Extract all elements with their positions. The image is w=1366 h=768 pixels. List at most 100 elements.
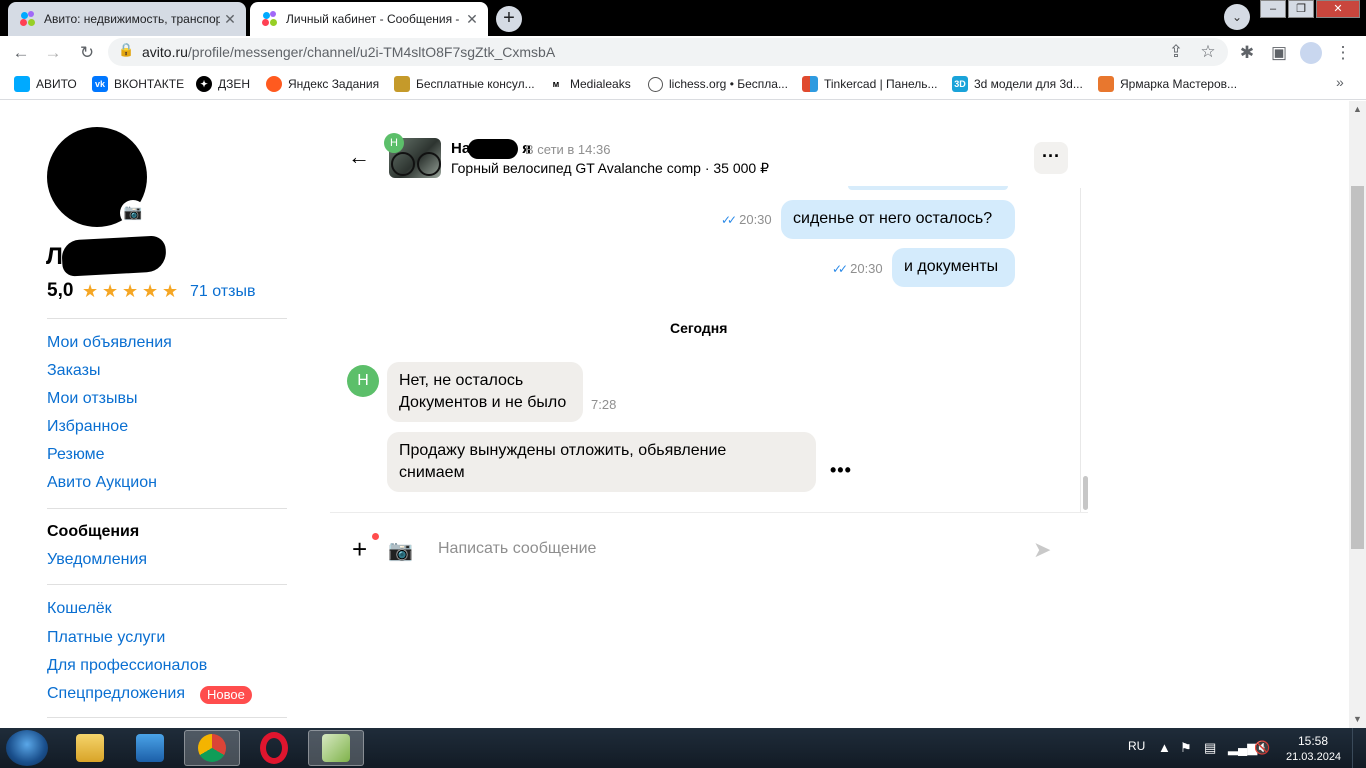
- send-icon[interactable]: ➤: [1033, 537, 1051, 563]
- reviews-link[interactable]: 71 отзыв: [190, 283, 255, 301]
- tray-expand-icon[interactable]: ▲: [1158, 740, 1171, 755]
- bookmark-label: Medialeaks: [570, 77, 631, 91]
- bookmark-yandex-tasks[interactable]: Яндекс Задания: [266, 75, 379, 93]
- bookmark-yarmarka[interactable]: Ярмарка Мастеров...: [1098, 75, 1237, 93]
- nav-notifications[interactable]: Уведомления: [47, 551, 147, 569]
- bookmark-label: Ярмарка Мастеров...: [1120, 77, 1238, 91]
- clock-time[interactable]: 15:58: [1298, 734, 1328, 748]
- bike-wheel-icon: [417, 152, 441, 176]
- lock-icon[interactable]: 🔒: [118, 42, 134, 58]
- nav-resume[interactable]: Резюме: [47, 446, 105, 464]
- double-check-icon: ✓✓: [721, 213, 737, 227]
- chat-menu-button[interactable]: ···: [1034, 142, 1068, 174]
- bookmark-label: АВИТО: [36, 77, 77, 91]
- start-button[interactable]: [6, 730, 48, 766]
- url-text[interactable]: avito.ru/profile/messenger/channel/u2i-T…: [142, 44, 555, 60]
- device-icon[interactable]: ▤: [1204, 740, 1216, 756]
- reload-icon[interactable]: ↻: [76, 42, 98, 64]
- url-path: /profile/messenger/channel/u2i-TM4sltO8F…: [187, 44, 556, 60]
- outgoing-message[interactable]: и документы: [892, 248, 1015, 287]
- tab-messenger[interactable]: Личный кабинет - Сообщения - ✕: [250, 2, 488, 36]
- nav-auction[interactable]: Авито Аукцион: [47, 474, 157, 492]
- tab-close-icon[interactable]: ✕: [220, 11, 240, 28]
- star-icon: ★: [102, 281, 119, 301]
- bookmarks-overflow-icon[interactable]: »: [1336, 74, 1344, 90]
- scroll-up-icon[interactable]: ▲: [1349, 101, 1366, 118]
- bookmark-dzen[interactable]: ✦ ДЗЕН: [196, 75, 250, 93]
- vk-icon: vk: [92, 76, 108, 92]
- nav-messages[interactable]: Сообщения: [47, 523, 139, 541]
- bookmark-medialeaks[interactable]: м Medialeaks: [548, 75, 631, 93]
- nav-for-pros[interactable]: Для профессионалов: [47, 657, 207, 675]
- outgoing-message[interactable]: сиденье от него осталось?: [781, 200, 1015, 239]
- volume-muted-icon[interactable]: 🔇: [1254, 740, 1270, 756]
- bookmark-label: Бесплатные консул...: [416, 77, 535, 91]
- contact-avatar[interactable]: Н: [347, 365, 379, 397]
- star-icon: ★: [142, 281, 159, 301]
- message-input[interactable]: [430, 532, 1026, 566]
- message-actions-icon[interactable]: •••: [830, 460, 852, 481]
- media-player-taskbar-button[interactable]: [122, 730, 178, 766]
- message-line: Документов и не было: [399, 394, 567, 411]
- nav-wallet[interactable]: Кошелёк: [47, 600, 112, 618]
- attach-plus-icon[interactable]: +: [352, 536, 367, 562]
- item-title[interactable]: Горный велосипед GT Avalanche comp · 35 …: [451, 160, 769, 177]
- extensions-puzzle-icon[interactable]: ✱: [1236, 42, 1258, 64]
- star-icon: ★: [82, 281, 99, 301]
- back-nav-icon[interactable]: ←: [10, 42, 32, 64]
- nav-favorites[interactable]: Избранное: [47, 418, 128, 436]
- bookmark-avito[interactable]: АВИТО: [14, 75, 77, 93]
- yandex-tasks-icon: [266, 76, 282, 92]
- forward-nav-icon[interactable]: →: [42, 42, 64, 64]
- camera-icon[interactable]: 📷: [120, 200, 146, 226]
- bookmark-3d-models[interactable]: 3D 3d модели для 3d...: [952, 75, 1083, 93]
- contact-status: В сети в 14:36: [525, 142, 611, 157]
- 3d-models-icon: 3D: [952, 76, 968, 92]
- side-panel-icon[interactable]: ▣: [1268, 42, 1290, 64]
- avito-favicon-icon: [20, 11, 36, 27]
- back-arrow-icon[interactable]: ←: [348, 144, 370, 170]
- bike-wheel-icon: [391, 152, 415, 176]
- nav-my-reviews[interactable]: Мои отзывы: [47, 390, 138, 408]
- action-center-flag-icon[interactable]: ⚑: [1180, 740, 1192, 756]
- paint-taskbar-button[interactable]: [308, 730, 364, 766]
- chat-scroll-track: [1080, 188, 1081, 513]
- opera-taskbar-button[interactable]: [246, 730, 302, 766]
- divider: [47, 508, 287, 509]
- explorer-taskbar-button[interactable]: [62, 730, 118, 766]
- bookmark-lichess[interactable]: lichess.org • Беспла...: [648, 75, 788, 93]
- clock-date[interactable]: 21.03.2024: [1286, 751, 1341, 763]
- bookmark-free-consult[interactable]: Бесплатные консул...: [394, 75, 535, 93]
- page-scrollbar[interactable]: [1351, 186, 1364, 549]
- nav-paid-services[interactable]: Платные услуги: [47, 629, 165, 647]
- bookmark-tinkercad[interactable]: Tinkercad | Панель...: [802, 75, 937, 93]
- camera-icon[interactable]: 📷: [388, 538, 413, 563]
- chrome-taskbar-button[interactable]: [184, 730, 240, 766]
- show-desktop-button[interactable]: [1352, 728, 1366, 768]
- nav-orders[interactable]: Заказы: [47, 362, 100, 380]
- browser-menu-icon[interactable]: ⋮: [1332, 42, 1354, 64]
- scroll-down-icon[interactable]: ▼: [1349, 711, 1366, 728]
- name-redaction: [61, 235, 167, 277]
- window-minimize-button[interactable]: –: [1260, 0, 1286, 18]
- nav-my-ads[interactable]: Мои объявления: [47, 334, 172, 352]
- nav-special-offers[interactable]: Спецпредложения: [47, 685, 185, 703]
- language-indicator[interactable]: RU: [1128, 739, 1145, 753]
- window-maximize-button[interactable]: ❐: [1288, 0, 1314, 18]
- new-tab-button[interactable]: +: [496, 6, 522, 32]
- tab-avito-home[interactable]: Авито: недвижимость, транспор ✕: [8, 2, 246, 36]
- chat-scrollbar[interactable]: [1083, 476, 1088, 510]
- incoming-message[interactable]: Продажу вынуждены отложить, обьявление с…: [387, 432, 816, 492]
- name-redaction: [468, 139, 518, 159]
- profile-avatar-icon[interactable]: [1300, 42, 1322, 64]
- tab-close-icon[interactable]: ✕: [462, 11, 482, 28]
- folder-icon: [76, 734, 104, 762]
- contact-avatar-small: Н: [384, 133, 404, 153]
- share-icon[interactable]: ⇪: [1165, 41, 1187, 63]
- network-signal-icon[interactable]: ▂▄▆: [1228, 740, 1257, 756]
- bookmark-vk[interactable]: vk ВКОНТАКТЕ: [92, 75, 184, 93]
- incoming-message[interactable]: Нет, не осталось Документов и не было: [387, 362, 583, 422]
- window-close-button[interactable]: ✕: [1316, 0, 1360, 18]
- bookmark-star-icon[interactable]: ☆: [1197, 41, 1219, 63]
- tab-search-chevron-icon[interactable]: ⌄: [1224, 4, 1250, 30]
